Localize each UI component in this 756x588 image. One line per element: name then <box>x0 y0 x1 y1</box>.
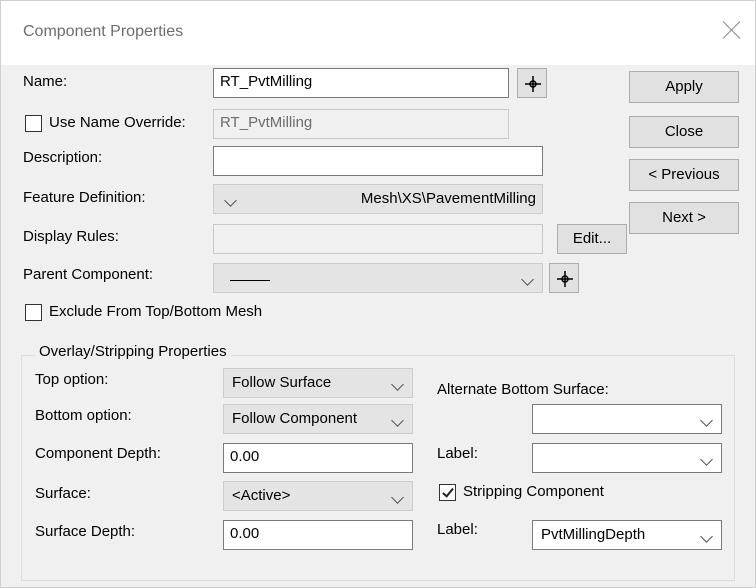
stripping-component-checkbox[interactable] <box>439 484 456 501</box>
exclude-mesh-checkbox[interactable] <box>25 304 42 321</box>
use-name-override-checkbox[interactable] <box>25 115 42 132</box>
feature-definition-label: Feature Definition: <box>23 189 146 206</box>
alternate-bottom-surface-dropdown[interactable] <box>532 404 722 434</box>
apply-button[interactable]: Apply <box>629 71 739 103</box>
name-input[interactable]: RT_PvtMilling <box>213 68 509 98</box>
parent-component-dropdown[interactable] <box>213 263 543 293</box>
chevron-down-icon <box>391 491 404 504</box>
label2-dropdown[interactable]: PvtMillingDepth <box>532 520 722 550</box>
label2-label: Label: <box>437 521 478 538</box>
component-depth-input[interactable]: 0.00 <box>223 443 413 473</box>
bottom-option-value: Follow Component <box>232 410 358 427</box>
parent-component-placeholder <box>230 280 270 281</box>
chevron-down-icon <box>700 414 713 427</box>
top-option-dropdown[interactable]: Follow Surface <box>223 368 413 398</box>
top-option-value: Follow Surface <box>232 374 332 391</box>
bottom-option-dropdown[interactable]: Follow Component <box>223 404 413 434</box>
title-bar: Component Properties <box>1 1 755 65</box>
close-button[interactable]: Close <box>629 116 739 148</box>
close-icon[interactable] <box>717 15 747 45</box>
use-name-override-label: Use Name Override: <box>49 114 186 131</box>
description-input[interactable] <box>213 146 543 176</box>
display-rules-label: Display Rules: <box>23 228 119 245</box>
label1-dropdown[interactable] <box>532 443 722 473</box>
chevron-down-icon <box>521 273 534 286</box>
feature-definition-value: Mesh\XS\PavementMilling <box>360 190 536 207</box>
exclude-mesh-label: Exclude From Top/Bottom Mesh <box>49 303 263 320</box>
surface-value: <Active> <box>232 487 291 504</box>
stripping-component-label: Stripping Component <box>463 483 604 500</box>
surface-depth-input[interactable]: 0.00 <box>223 520 413 550</box>
chevron-down-icon <box>700 530 713 543</box>
overlay-stripping-title: Overlay/Stripping Properties <box>35 343 231 360</box>
parent-component-label: Parent Component: <box>23 266 154 283</box>
display-rules-input[interactable] <box>213 224 543 254</box>
previous-button[interactable]: < Previous <box>629 159 739 191</box>
alternate-bottom-surface-label: Alternate Bottom Surface: <box>437 381 609 398</box>
bottom-option-label: Bottom option: <box>35 407 132 424</box>
component-depth-label: Component Depth: <box>35 445 161 462</box>
name-label: Name: <box>23 73 68 90</box>
feature-definition-dropdown[interactable]: Mesh\XS\PavementMilling <box>213 184 543 214</box>
component-properties-dialog: Component Properties Name: RT_PvtMilling… <box>0 0 756 588</box>
chevron-down-icon <box>700 453 713 466</box>
name-pick-button[interactable] <box>517 68 547 98</box>
label2-value: PvtMillingDepth <box>541 526 646 543</box>
edit-button[interactable]: Edit... <box>557 224 627 254</box>
surface-label: Surface: <box>35 485 91 502</box>
chevron-down-icon <box>391 378 404 391</box>
crosshair-icon <box>525 76 541 92</box>
surface-depth-label: Surface Depth: <box>35 523 136 540</box>
next-button[interactable]: Next > <box>629 202 739 234</box>
name-override-input[interactable]: RT_PvtMilling <box>213 109 509 139</box>
parent-pick-button[interactable] <box>549 263 579 293</box>
chevron-down-icon <box>224 194 237 207</box>
description-label: Description: <box>23 149 103 166</box>
surface-dropdown[interactable]: <Active> <box>223 481 413 511</box>
label1-label: Label: <box>437 445 478 462</box>
dialog-title: Component Properties <box>23 23 184 40</box>
crosshair-icon <box>557 271 573 287</box>
top-option-label: Top option: <box>35 371 109 388</box>
chevron-down-icon <box>391 414 404 427</box>
